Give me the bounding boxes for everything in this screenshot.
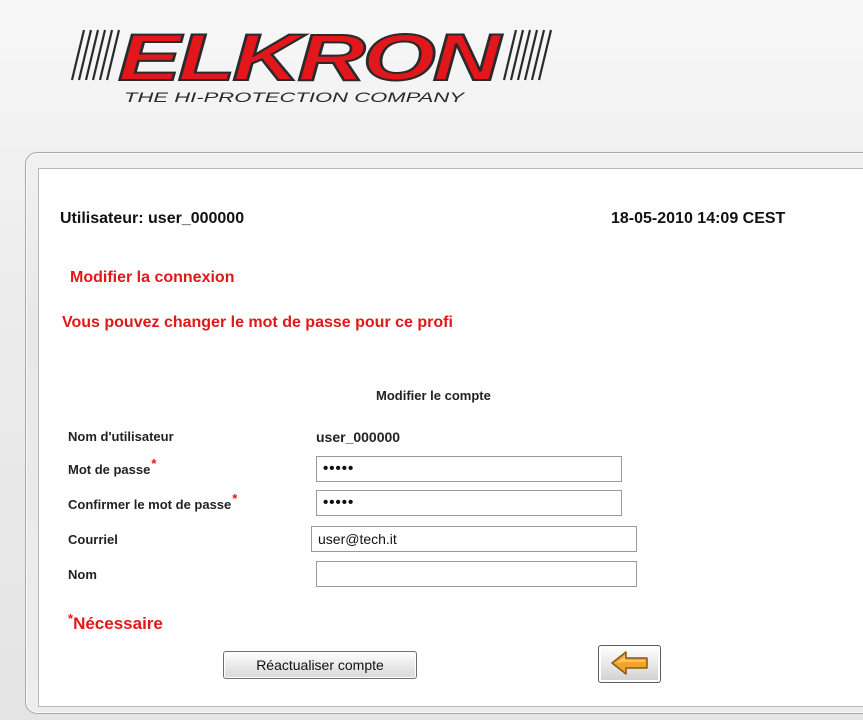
page-subtitle: Vous pouvez changer le mot de passe pour… xyxy=(62,314,453,331)
password-label: Mot de passe* xyxy=(68,456,157,477)
name-label: Nom xyxy=(68,567,97,582)
back-button[interactable] xyxy=(598,645,661,683)
name-field[interactable] xyxy=(316,561,637,587)
elkron-logo: ELKRON THE HI-PROTECTION COMPANY xyxy=(70,22,553,105)
logo-wordmark: ELKRON xyxy=(118,22,503,94)
email-field[interactable]: user@tech.it xyxy=(311,526,637,552)
required-note: *Nécessaire xyxy=(68,611,163,633)
required-star: * xyxy=(232,491,238,506)
page-title: Modifier la connexion xyxy=(70,269,235,286)
update-account-button[interactable]: Réactualiser compte xyxy=(223,651,417,679)
username-label: Nom d'utilisateur xyxy=(68,429,174,444)
confirm-password-label: Confirmer le mot de passe* xyxy=(68,491,238,512)
required-star: * xyxy=(151,456,157,471)
email-label: Courriel xyxy=(68,532,118,547)
password-field[interactable]: ••••• xyxy=(316,456,622,482)
user-label: Utilisateur: user_000000 xyxy=(60,210,245,227)
confirm-password-field[interactable]: ••••• xyxy=(316,490,622,516)
logo-tagline: THE HI-PROTECTION COMPANY xyxy=(124,89,467,105)
form-heading: Modifier le compte xyxy=(376,388,491,403)
datetime-label: 18-05-2010 14:09 CEST xyxy=(611,210,786,227)
left-arrow-icon xyxy=(610,650,648,675)
username-value: user_000000 xyxy=(316,429,401,445)
